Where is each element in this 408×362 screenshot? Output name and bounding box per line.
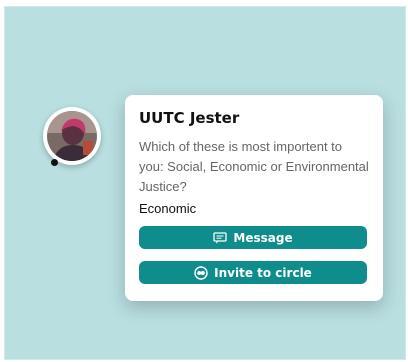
message-icon — [213, 231, 228, 244]
invite-circle-icon — [194, 265, 208, 280]
invite-button-label: Invite to circle — [214, 265, 312, 280]
profile-name: UUTC Jester — [139, 109, 240, 127]
avatar-photo — [47, 111, 97, 161]
invite-to-circle-button[interactable]: Invite to circle — [139, 261, 367, 284]
message-button-label: Message — [233, 230, 293, 245]
avatar[interactable] — [43, 107, 101, 165]
profile-question: Which of these is most importent to you:… — [139, 139, 369, 194]
online-status-dot — [51, 159, 58, 166]
profile-panel: UUTC Jester Which of these is most impor… — [4, 6, 406, 360]
message-button[interactable]: Message — [139, 226, 367, 249]
profile-card: UUTC Jester Which of these is most impor… — [125, 95, 383, 301]
profile-answer: Economic — [139, 201, 197, 216]
